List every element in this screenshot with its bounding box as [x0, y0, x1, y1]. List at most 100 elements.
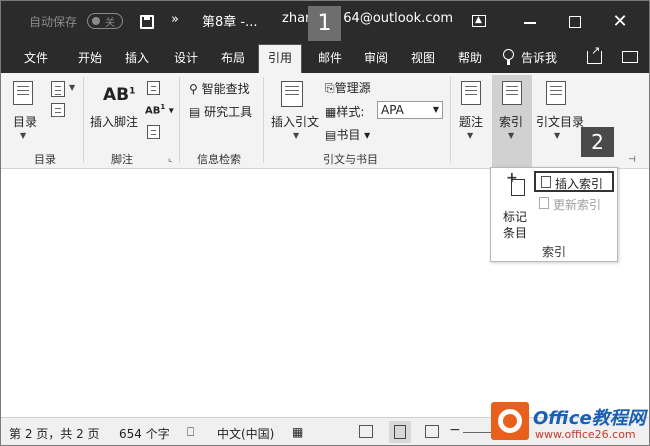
table-of-authorities-button[interactable]: 引文目录 [536, 113, 584, 130]
index-button-label: 索引 [499, 115, 524, 129]
update-table-icon[interactable] [51, 103, 65, 117]
tab-layout[interactable]: 布局 [221, 49, 245, 66]
add-text-icon[interactable] [51, 81, 65, 97]
comments-icon[interactable] [622, 51, 638, 63]
insert-citation-icon [281, 81, 303, 107]
macro-recording-icon[interactable]: ▦ [292, 425, 303, 439]
tab-references[interactable]: 引用 [258, 44, 302, 73]
pin-ribbon-icon[interactable]: ⊣ [628, 155, 636, 165]
citation-style-value: APA [381, 103, 404, 117]
mark-entry-label-line2: 条目 [503, 226, 528, 240]
mark-entry-label-line1: 标记 [503, 210, 528, 224]
more-commands-icon[interactable]: » [171, 12, 179, 27]
web-layout-icon[interactable] [425, 425, 439, 438]
bibliography-icon: ▤ [325, 128, 337, 142]
share-icon[interactable] [587, 44, 602, 64]
index-caret-icon: ▼ [508, 131, 515, 140]
smart-lookup-button[interactable]: ⚲ 智能查找 [189, 80, 250, 97]
researcher-button[interactable]: ▤ 研究工具 [189, 103, 252, 120]
mark-entry-icon: + [506, 170, 525, 196]
read-mode-icon[interactable] [359, 425, 373, 438]
group-divider [263, 77, 264, 163]
next-footnote-button[interactable]: AB1 ▾ [145, 103, 174, 116]
tab-mailings[interactable]: 邮件 [318, 49, 342, 66]
save-icon[interactable] [140, 15, 154, 29]
maximize-icon[interactable] [562, 9, 588, 35]
tab-help[interactable]: 帮助 [458, 49, 482, 66]
index-button[interactable]: 索引 ▼ [492, 75, 532, 167]
insert-citation-button[interactable]: 插入引文 [271, 113, 319, 130]
site-watermark: Office教程网 www.office26.com [483, 398, 649, 445]
print-layout-icon[interactable] [389, 421, 411, 443]
insert-index-label: 插入索引 [555, 177, 604, 191]
watermark-url: www.office26.com [535, 428, 636, 441]
group-label-research: 信息检索 [197, 153, 241, 166]
tab-design[interactable]: 设计 [174, 49, 198, 66]
minimize-icon[interactable] [517, 9, 543, 35]
lightbulb-icon [503, 49, 514, 65]
tab-insert[interactable]: 插入 [125, 49, 149, 66]
user-email-tail: 64@outlook.com [343, 11, 454, 26]
title-bar: 自动保存 关 » 第8章 -... zhan 64@outlook.com 1 ▲… [1, 1, 649, 43]
insert-caption-button[interactable]: 题注 [459, 113, 483, 130]
autosave-label: 自动保存 [29, 15, 78, 29]
page-count[interactable]: 第 2 页，共 2 页 [9, 425, 100, 442]
group-divider [450, 77, 451, 163]
language-indicator[interactable]: 中文(中国) [217, 425, 274, 442]
toa-caret-icon: ▼ [554, 131, 561, 140]
show-notes-icon[interactable] [147, 125, 160, 139]
search-icon: ⚲ [189, 82, 198, 96]
group-label-toc: 目录 [34, 153, 56, 166]
insert-index-button[interactable]: 插入索引 [534, 171, 614, 192]
update-index-label: 更新索引 [553, 198, 602, 212]
researcher-icon: ▤ [189, 105, 201, 119]
zoom-out-icon[interactable]: − [449, 422, 461, 438]
index-icon [502, 81, 522, 105]
add-text-caret-icon: ▼ [69, 83, 76, 92]
chevron-down-icon: ▼ [432, 105, 439, 114]
bibliography-button[interactable]: ▤书目 ▾ [325, 126, 370, 143]
group-divider [179, 77, 180, 163]
group-label-citations: 引文与书目 [323, 153, 378, 166]
tell-me-search[interactable]: 告诉我 [521, 49, 557, 66]
office-logo-icon [491, 402, 529, 440]
tab-review[interactable]: 审阅 [364, 49, 388, 66]
word-window: 自动保存 关 » 第8章 -... zhan 64@outlook.com 1 ▲… [0, 0, 650, 446]
document-title: 第8章 -... [202, 15, 258, 30]
style-icon: ▦ [325, 105, 337, 119]
insert-caption-icon [461, 81, 481, 105]
toc-button[interactable]: 目录 [13, 113, 37, 130]
tab-file[interactable]: 文件 [24, 49, 48, 66]
style-label: ▦样式: [325, 105, 365, 119]
index-dropdown-menu: + 标记 条目 插入索引 更新索引 索引 [490, 167, 618, 262]
toggle-knob [92, 17, 100, 25]
table-of-contents-icon [13, 81, 33, 105]
caption-caret-icon: ▼ [467, 131, 474, 140]
tab-home[interactable]: 开始 [78, 49, 102, 66]
ribbon-references: 目录 ▼ ▼ 目录 AB1 插入脚注 AB1 ▾ 脚注 ⌞ ⚲ 智能查找 ▤ 研… [1, 73, 649, 169]
ribbon-tabs: 文件 开始 插入 设计 布局 引用 邮件 审阅 视图 帮助 告诉我 [1, 43, 649, 73]
group-divider [83, 77, 84, 163]
insert-endnote-icon[interactable] [147, 81, 160, 95]
mark-entry-button[interactable]: + 标记 条目 [497, 170, 535, 242]
group-label-footnotes: 脚注 [111, 153, 133, 166]
footnote-ab-icon: AB1 [103, 85, 136, 105]
watermark-title: Office教程网 [533, 408, 646, 429]
autosave-toggle[interactable]: 关 [87, 13, 123, 29]
insert-footnote-button[interactable]: 插入脚注 [90, 113, 138, 130]
update-index-button[interactable]: 更新索引 [534, 194, 614, 214]
step-callout-2: 2 [581, 127, 614, 157]
word-count[interactable]: 654 个字 [119, 425, 170, 442]
proofing-icon[interactable]: ⎕ [187, 425, 194, 440]
step-callout-1: 1 [308, 6, 341, 41]
close-icon[interactable]: ✕ [607, 9, 633, 35]
update-index-icon [539, 197, 549, 209]
dropdown-group-label: 索引 [541, 245, 566, 259]
ribbon-display-options-icon[interactable]: ▲ [466, 9, 492, 35]
citation-style-select[interactable]: APA ▼ [377, 101, 443, 119]
footnotes-dialog-launcher-icon[interactable]: ⌞ [168, 154, 172, 164]
toc-caret-icon: ▼ [20, 131, 27, 140]
insert-index-icon [541, 176, 551, 188]
manage-sources-button[interactable]: ⎘管理源 [325, 79, 371, 96]
tab-view[interactable]: 视图 [411, 49, 435, 66]
